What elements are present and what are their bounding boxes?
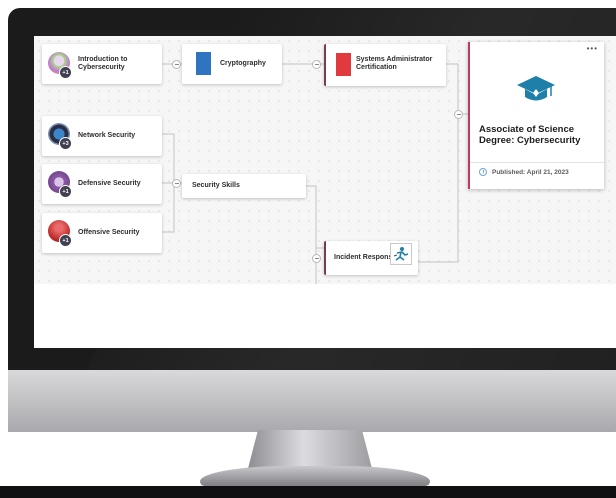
- defensive-label: Defensive Security: [78, 180, 141, 187]
- connector-incident[interactable]: [312, 254, 321, 263]
- monitor-chin: [8, 370, 616, 432]
- monitor-screen: +1 Introduction to Cybersecurity Cryptog…: [34, 36, 616, 348]
- node-defensive-security[interactable]: +1 Defensive Security: [42, 164, 162, 204]
- sysadmin-label: Systems Administrator Certification: [356, 56, 433, 71]
- sysadmin-icon: [336, 53, 351, 76]
- cryptography-label: Cryptography: [220, 60, 266, 67]
- intro-label: Introduction to Cybersecurity: [78, 56, 128, 71]
- incident-response-icon: [390, 243, 412, 265]
- node-offensive-security[interactable]: +1 Offensive Security: [42, 213, 162, 253]
- security-skills-label: Security Skills: [192, 182, 240, 189]
- node-network-security[interactable]: +3 Network Security: [42, 116, 162, 156]
- pathway-canvas[interactable]: +1 Introduction to Cybersecurity Cryptog…: [34, 36, 616, 284]
- incident-label: Incident Response: [334, 254, 397, 261]
- node-intro-cybersecurity[interactable]: +1 Introduction to Cybersecurity: [42, 44, 162, 84]
- node-security-skills[interactable]: Security Skills: [182, 174, 306, 198]
- cryptography-icon: [196, 52, 211, 75]
- more-options-icon[interactable]: •••: [587, 44, 598, 53]
- connector-intro[interactable]: [172, 60, 181, 69]
- connector-crypto[interactable]: [312, 60, 321, 69]
- network-label: Network Security: [78, 132, 136, 139]
- degree-title: Associate of Science Degree: Cybersecuri…: [479, 124, 581, 146]
- defensive-count-badge: +1: [59, 185, 72, 198]
- intro-count-badge: +1: [59, 66, 72, 79]
- offensive-count-badge: +1: [59, 234, 72, 247]
- published-date: Published: April 21, 2023: [492, 169, 569, 176]
- node-cryptography[interactable]: Cryptography: [182, 44, 282, 84]
- monitor-stand-base: [200, 466, 430, 486]
- degree-divider: [470, 162, 604, 163]
- offensive-label: Offensive Security: [78, 229, 140, 236]
- clock-icon: [479, 168, 487, 176]
- degree-card[interactable]: ••• Associate of Science Degree: Cyberse…: [468, 42, 604, 189]
- network-count-badge: +3: [59, 137, 72, 150]
- graduation-cap-icon: [516, 74, 556, 106]
- connector-skills[interactable]: [172, 179, 181, 188]
- node-incident-response[interactable]: Incident Response: [324, 241, 418, 275]
- node-systems-administrator[interactable]: Systems Administrator Certification: [324, 44, 446, 86]
- connector-degree[interactable]: [454, 110, 463, 119]
- floor-shadow: [0, 486, 616, 498]
